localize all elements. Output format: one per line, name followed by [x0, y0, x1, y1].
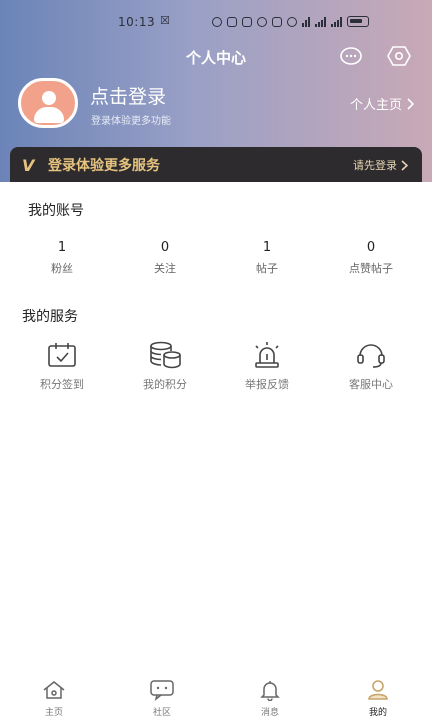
- profile-section: 点击登录 登录体验更多功能 个人主页: [0, 78, 432, 132]
- avatar-body: [34, 107, 64, 123]
- service-label: 我的积分: [143, 378, 187, 391]
- vip-banner[interactable]: V 登录体验更多服务 请先登录: [10, 147, 422, 182]
- alarm-icon: [287, 16, 297, 27]
- chevron-right-icon: [401, 159, 408, 171]
- service-support[interactable]: 客服中心: [326, 340, 416, 392]
- message-icon[interactable]: [338, 45, 364, 67]
- stat-liked-posts[interactable]: 0 点赞帖子: [326, 240, 416, 276]
- tab-label: 消息: [260, 708, 279, 718]
- stat-value: 0: [366, 240, 376, 255]
- profile-header: 10:13 ☒ 个人中心 点击登录 登录体验更多功能 个人主页 V 登录体验更多…: [0, 0, 432, 182]
- stat-value: 0: [160, 240, 170, 255]
- battery-icon: [347, 16, 369, 27]
- account-stats: 1 粉丝 0 关注 1 帖子 0 点赞帖子: [0, 240, 432, 280]
- service-points[interactable]: 我的积分: [120, 340, 210, 392]
- page-title: 个人中心: [185, 49, 246, 67]
- stat-label: 帖子: [256, 262, 278, 275]
- service-checkin[interactable]: 积分签到: [17, 340, 107, 392]
- tab-home[interactable]: 主页: [24, 678, 84, 718]
- signal-icon: [315, 16, 326, 27]
- service-label: 举报反馈: [245, 378, 289, 391]
- chevron-right-icon: [407, 97, 414, 110]
- wifi-icon: [302, 16, 310, 27]
- login-button[interactable]: 点击登录: [90, 82, 166, 109]
- stat-fans[interactable]: 1 粉丝: [17, 240, 107, 276]
- homepage-link[interactable]: 个人主页: [350, 94, 414, 113]
- status-notification-icon: ☒: [160, 14, 170, 27]
- tab-messages[interactable]: 消息: [240, 678, 300, 718]
- bell-icon: [257, 678, 283, 702]
- home-icon: [41, 678, 67, 702]
- signal-icon: [331, 16, 342, 27]
- account-section-title: 我的账号: [28, 203, 84, 219]
- stat-value: 1: [262, 240, 272, 255]
- status-bar: 10:13 ☒: [0, 12, 432, 34]
- tab-label: 我的: [368, 708, 387, 718]
- calendar-check-icon: [45, 340, 79, 370]
- bottom-tab-bar: 主页 社区 消息 我的: [0, 674, 432, 720]
- tab-label: 主页: [44, 708, 63, 718]
- status-icons: [212, 16, 369, 27]
- tab-label: 社区: [152, 708, 171, 718]
- app-notification-icon: [227, 16, 237, 27]
- headset-icon: [354, 340, 388, 370]
- avatar-head: [42, 91, 56, 105]
- stat-label: 点赞帖子: [349, 262, 393, 275]
- vip-login-button[interactable]: 请先登录: [353, 157, 408, 173]
- vibrate-icon: [257, 16, 267, 27]
- tab-community[interactable]: 社区: [132, 678, 192, 718]
- nfc-icon: [212, 16, 222, 27]
- stat-label: 粉丝: [51, 262, 73, 275]
- vip-login-label: 请先登录: [353, 159, 397, 172]
- vip-text: 登录体验更多服务: [48, 158, 160, 174]
- service-report[interactable]: 举报反馈: [222, 340, 312, 392]
- status-time: 10:13: [118, 15, 156, 29]
- settings-icon[interactable]: [386, 45, 412, 67]
- service-grid: 积分签到 我的积分 举报反馈 客服中心: [0, 340, 432, 400]
- chat-icon: [149, 678, 175, 702]
- service-label: 积分签到: [40, 378, 84, 391]
- service-label: 客服中心: [349, 378, 393, 391]
- do-not-disturb-icon: [272, 16, 282, 27]
- coins-stack-icon: [148, 340, 182, 370]
- title-bar: 个人中心: [0, 44, 432, 70]
- alarm-light-icon: [250, 340, 284, 370]
- vip-logo-icon: V: [22, 156, 35, 175]
- login-subtitle: 登录体验更多功能: [91, 116, 171, 127]
- stat-posts[interactable]: 1 帖子: [222, 240, 312, 276]
- service-section-title: 我的服务: [22, 309, 78, 325]
- tab-me[interactable]: 我的: [348, 678, 408, 718]
- person-icon: [365, 678, 391, 702]
- homepage-link-label: 个人主页: [349, 98, 402, 113]
- stat-value: 1: [57, 240, 67, 255]
- stat-following[interactable]: 0 关注: [120, 240, 210, 276]
- app-notification-icon: [242, 16, 252, 27]
- stat-label: 关注: [154, 262, 176, 275]
- avatar[interactable]: [18, 78, 78, 128]
